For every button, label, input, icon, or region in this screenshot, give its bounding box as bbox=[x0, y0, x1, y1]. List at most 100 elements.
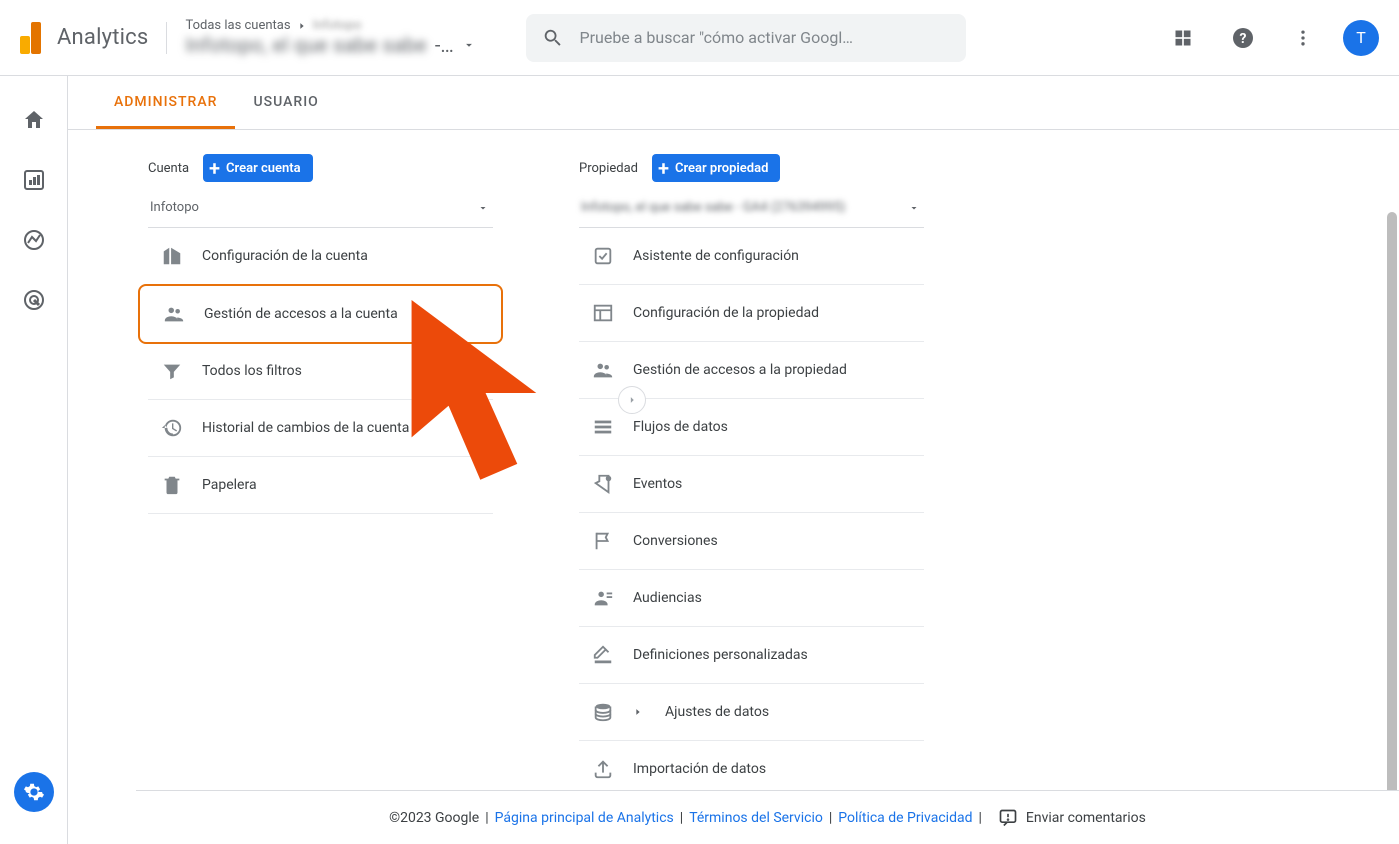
footer-sep: | bbox=[829, 810, 832, 826]
events-icon bbox=[591, 472, 615, 496]
property-item-label: Conversiones bbox=[633, 533, 718, 549]
layout-icon bbox=[591, 301, 615, 325]
advertising-icon[interactable] bbox=[14, 280, 54, 320]
assistant-icon bbox=[591, 244, 615, 268]
help-icon[interactable]: ? bbox=[1223, 18, 1263, 58]
history-icon bbox=[160, 416, 184, 440]
send-feedback-button[interactable]: Enviar comentarios bbox=[998, 808, 1146, 828]
account-item-label: Papelera bbox=[202, 477, 257, 493]
property-item[interactable]: Definiciones personalizadas bbox=[579, 627, 924, 684]
property-item-label: Importación de datos bbox=[633, 761, 766, 777]
column-move-handle[interactable] bbox=[618, 386, 646, 414]
footer-link-privacy[interactable]: Política de Privacidad bbox=[838, 810, 972, 826]
footer-sep: | bbox=[978, 810, 981, 826]
property-item-label: Audiencias bbox=[633, 590, 702, 606]
property-item[interactable]: Eventos bbox=[579, 456, 924, 513]
divider bbox=[166, 22, 167, 54]
property-label: Propiedad bbox=[579, 161, 638, 176]
property-tail: -… bbox=[435, 33, 454, 57]
people-icon bbox=[162, 302, 186, 326]
account-item-label: Configuración de la cuenta bbox=[202, 248, 368, 264]
admin-tabs: ADMINISTRAR USUARIO bbox=[68, 76, 1399, 130]
apps-icon[interactable] bbox=[1163, 18, 1203, 58]
stack-icon bbox=[591, 700, 615, 724]
account-item[interactable]: Gestión de accesos a la cuenta bbox=[138, 284, 503, 344]
footer-link-home[interactable]: Página principal de Analytics bbox=[495, 810, 674, 826]
property-column: Propiedad + Crear propiedad Infotopo, el… bbox=[579, 154, 924, 798]
explore-icon[interactable] bbox=[14, 220, 54, 260]
tab-administrar[interactable]: ADMINISTRAR bbox=[96, 76, 235, 129]
audience-icon bbox=[591, 586, 615, 610]
content-area: ADMINISTRAR USUARIO Cuenta + Crear cuent… bbox=[68, 76, 1399, 844]
property-item-label: Gestión de accesos a la propiedad bbox=[633, 362, 847, 378]
property-name-blurred: Infotopo, el que sabe sabe bbox=[185, 33, 426, 57]
account-item[interactable]: Papelera bbox=[148, 457, 493, 514]
more-icon[interactable] bbox=[1283, 18, 1323, 58]
footer-sep: | bbox=[485, 810, 488, 826]
footer-sep: | bbox=[680, 810, 683, 826]
tab-usuario[interactable]: USUARIO bbox=[235, 76, 336, 129]
feedback-label: Enviar comentarios bbox=[1026, 810, 1146, 826]
plus-icon: + bbox=[209, 158, 220, 178]
app-header: Analytics Todas las cuentas Infotopo Inf… bbox=[0, 0, 1399, 76]
footer-copyright: ©2023 Google bbox=[389, 810, 479, 826]
account-item[interactable]: Configuración de la cuenta bbox=[148, 228, 493, 285]
account-item[interactable]: Todos los filtros bbox=[148, 343, 493, 400]
left-nav-rail bbox=[0, 76, 68, 844]
main: ADMINISTRAR USUARIO Cuenta + Crear cuent… bbox=[0, 76, 1399, 844]
plus-icon: + bbox=[658, 158, 669, 178]
property-item-label: Ajustes de datos bbox=[665, 704, 769, 720]
breadcrumb-all-accounts: Todas las cuentas bbox=[185, 18, 290, 33]
property-item[interactable]: Asistente de configuración bbox=[579, 228, 924, 285]
trash-icon bbox=[160, 473, 184, 497]
create-property-button[interactable]: + Crear propiedad bbox=[652, 154, 780, 182]
flag-icon bbox=[591, 529, 615, 553]
custom-icon bbox=[591, 643, 615, 667]
logo-area: Analytics bbox=[20, 22, 148, 54]
account-property-picker[interactable]: Todas las cuentas Infotopo Infotopo, el … bbox=[185, 18, 475, 57]
caret-right-icon bbox=[633, 707, 647, 717]
create-account-button[interactable]: + Crear cuenta bbox=[203, 154, 313, 182]
building-icon bbox=[160, 244, 184, 268]
vertical-scrollbar[interactable] bbox=[1387, 212, 1397, 844]
chevron-down-icon bbox=[477, 202, 489, 214]
header-actions: ? T bbox=[1163, 18, 1379, 58]
chevron-down-icon bbox=[462, 38, 476, 52]
reports-icon[interactable] bbox=[14, 160, 54, 200]
chevron-right-icon bbox=[297, 21, 307, 31]
account-item-label: Gestión de accesos a la cuenta bbox=[204, 306, 398, 322]
property-item[interactable]: Ajustes de datos bbox=[579, 684, 924, 741]
account-item-label: Historial de cambios de la cuenta bbox=[202, 420, 409, 436]
create-property-label: Crear propiedad bbox=[675, 161, 768, 176]
property-selector[interactable]: Infotopo, el que sabe sabe - GA4 (276394… bbox=[579, 192, 924, 228]
brand-name: Analytics bbox=[57, 25, 148, 50]
account-item[interactable]: Historial de cambios de la cuenta bbox=[148, 400, 493, 457]
footer: ©2023 Google | Página principal de Analy… bbox=[136, 790, 1399, 844]
property-item[interactable]: Configuración de la propiedad bbox=[579, 285, 924, 342]
account-selector-value: Infotopo bbox=[150, 200, 199, 215]
footer-link-terms[interactable]: Términos del Servicio bbox=[689, 810, 823, 826]
property-item-label: Asistente de configuración bbox=[633, 248, 799, 264]
search-wrap bbox=[526, 14, 966, 62]
search-input[interactable] bbox=[580, 28, 950, 47]
property-item[interactable]: Conversiones bbox=[579, 513, 924, 570]
property-selector-blurred: Infotopo, el que sabe sabe - GA4 (276394… bbox=[581, 200, 845, 215]
account-item-label: Todos los filtros bbox=[202, 363, 302, 379]
breadcrumb-account-blurred: Infotopo bbox=[313, 18, 362, 33]
property-line: Infotopo, el que sabe sabe -… bbox=[185, 33, 475, 57]
chevron-down-icon bbox=[908, 202, 920, 214]
people-icon bbox=[591, 358, 615, 382]
property-item-label: Configuración de la propiedad bbox=[633, 305, 819, 321]
home-icon[interactable] bbox=[14, 100, 54, 140]
create-account-label: Crear cuenta bbox=[226, 161, 301, 176]
account-selector[interactable]: Infotopo bbox=[148, 192, 493, 228]
property-item[interactable]: Audiencias bbox=[579, 570, 924, 627]
property-item-label: Definiciones personalizadas bbox=[633, 647, 808, 663]
search-box[interactable] bbox=[526, 14, 966, 62]
breadcrumb: Todas las cuentas Infotopo bbox=[185, 18, 475, 33]
account-column: Cuenta + Crear cuenta Infotopo Configura… bbox=[148, 154, 493, 798]
admin-gear-icon[interactable] bbox=[14, 772, 54, 812]
account-label: Cuenta bbox=[148, 161, 189, 176]
feedback-icon bbox=[998, 808, 1018, 828]
user-avatar[interactable]: T bbox=[1343, 20, 1379, 56]
